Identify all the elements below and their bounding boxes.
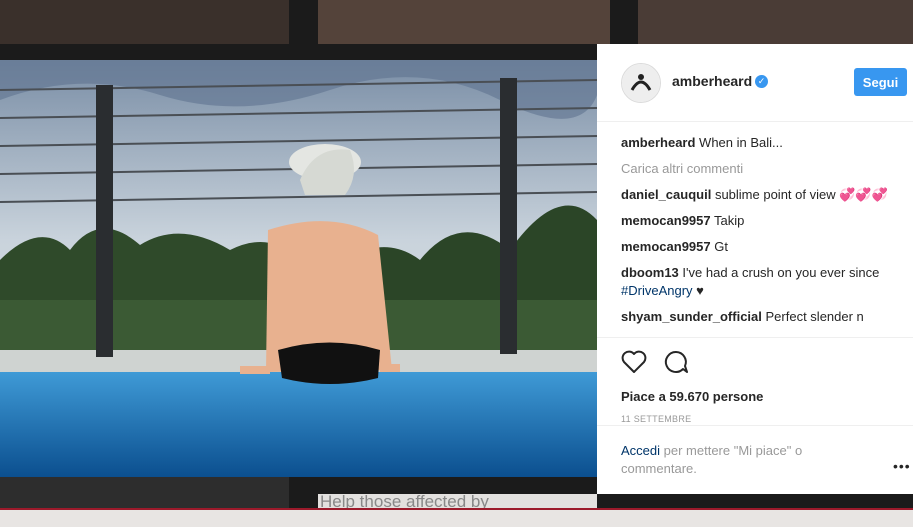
comment-item: shyam_sunder_official Perfect slender n xyxy=(621,308,891,326)
comment-username[interactable]: shyam_sunder_official xyxy=(621,309,762,324)
login-link[interactable]: Accedi xyxy=(621,443,660,458)
bottom-bar xyxy=(0,508,913,527)
username[interactable]: amberheard xyxy=(672,73,752,89)
post-header: amberheard ✓ Segui xyxy=(597,44,913,122)
comment-username[interactable]: daniel_cauquil xyxy=(621,187,711,202)
bottom-line xyxy=(0,508,913,510)
comment-text: sublime point of view 💞💞💞 xyxy=(714,187,888,202)
avatar[interactable] xyxy=(621,63,661,103)
caption-text: When in Bali... xyxy=(699,135,783,150)
comment-item: dboom13 I've had a crush on you ever sin… xyxy=(621,264,891,300)
background-thumbnail xyxy=(638,0,913,44)
hashtag-link[interactable]: #DriveAngry xyxy=(621,283,693,298)
follow-button[interactable]: Segui xyxy=(854,68,907,96)
login-text: Accedi per mettere "Mi piace" o commenta… xyxy=(621,442,851,478)
caption: amberheard When in Bali... xyxy=(621,134,891,152)
post-side-panel: amberheard ✓ Segui amberheard When in Ba… xyxy=(597,44,913,494)
comment-username[interactable]: memocan9957 xyxy=(621,239,711,254)
post-photo[interactable] xyxy=(0,60,597,477)
comment-username[interactable]: dboom13 xyxy=(621,265,679,280)
comment-text: Takip xyxy=(714,213,745,228)
comment-item: daniel_cauquil sublime point of view 💞💞💞 xyxy=(621,186,891,204)
avatar-image xyxy=(622,64,660,102)
background-thumbnail xyxy=(0,0,289,44)
comment-icon[interactable] xyxy=(663,350,689,379)
comment-username[interactable]: memocan9957 xyxy=(621,213,711,228)
heart-icon[interactable] xyxy=(621,350,647,379)
comment-text-suffix: ♥ xyxy=(692,283,704,298)
load-more-comments[interactable]: Carica altri commenti xyxy=(621,160,891,178)
background-thumbnail xyxy=(318,0,610,44)
comment-item: memocan9957 Gt xyxy=(621,238,891,256)
caption-username[interactable]: amberheard xyxy=(621,135,695,150)
comments-list: amberheard When in Bali... Carica altri … xyxy=(621,134,891,334)
likes-count[interactable]: Piace a 59.670 persone xyxy=(621,389,763,404)
verified-badge-icon: ✓ xyxy=(755,75,768,88)
more-options-icon[interactable]: ••• xyxy=(893,458,911,474)
comment-text: Perfect slender n xyxy=(765,309,864,324)
post-date: 11 SETTEMBRE xyxy=(621,414,692,424)
comment-text: I've had a crush on you ever since xyxy=(682,265,880,280)
post-actions: Piace a 59.670 persone 11 SETTEMBRE xyxy=(597,337,913,424)
comment-item: memocan9957 Takip xyxy=(621,212,891,230)
comment-text: Gt xyxy=(714,239,728,254)
background-thumbnail xyxy=(0,477,289,508)
login-prompt: Accedi per mettere "Mi piace" o commenta… xyxy=(597,425,913,476)
